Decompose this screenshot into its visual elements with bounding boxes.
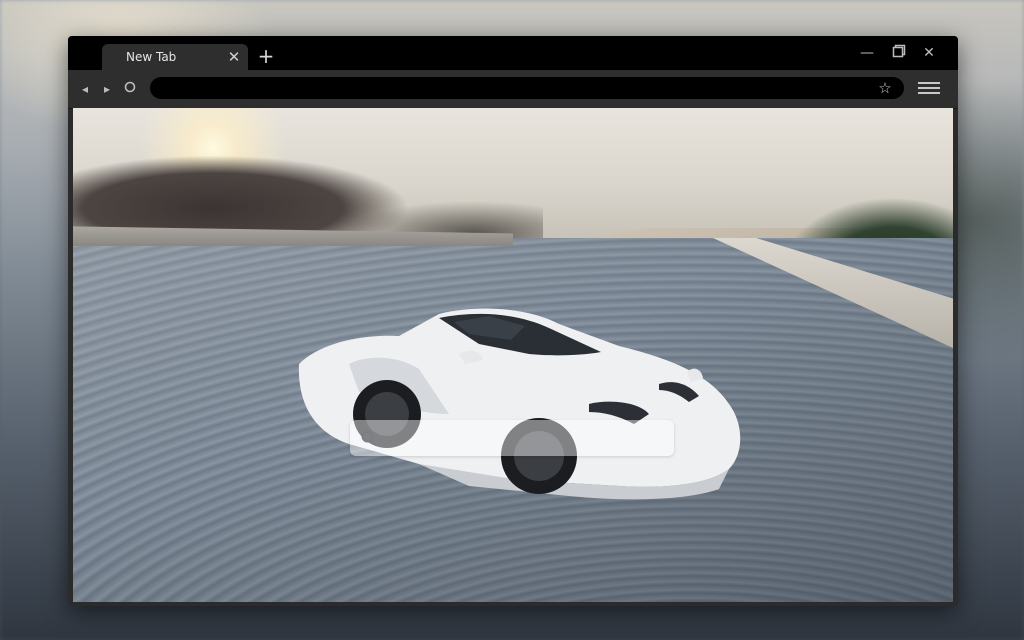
search-input[interactable]: [386, 420, 666, 458]
search-icon: [361, 430, 377, 446]
background-trees: [73, 138, 543, 238]
title-bar: New Tab ✕ + — ✕: [68, 36, 958, 70]
address-bar[interactable]: [150, 77, 904, 99]
new-tab-page: [73, 108, 953, 602]
arrow-right-icon[interactable]: ▸: [98, 80, 116, 98]
close-icon[interactable]: ✕: [920, 44, 938, 62]
tab-new-tab[interactable]: New Tab ✕: [102, 44, 248, 70]
background-car-image: [298, 308, 741, 500]
close-icon[interactable]: ✕: [226, 49, 242, 65]
browser-window: New Tab ✕ + — ✕ ◂ ▸ ☆: [68, 36, 958, 606]
maximize-icon[interactable]: [890, 44, 908, 62]
arrow-left-icon[interactable]: ◂: [76, 80, 94, 98]
minimize-icon[interactable]: —: [858, 44, 876, 62]
reload-icon[interactable]: [121, 80, 139, 98]
tab-title: New Tab: [126, 50, 177, 64]
browser-toolbar: ◂ ▸ ☆: [68, 70, 958, 109]
star-icon[interactable]: ☆: [876, 79, 894, 97]
plus-icon[interactable]: +: [256, 46, 276, 66]
hamburger-menu-icon[interactable]: [918, 79, 940, 97]
search-box[interactable]: [350, 420, 674, 458]
